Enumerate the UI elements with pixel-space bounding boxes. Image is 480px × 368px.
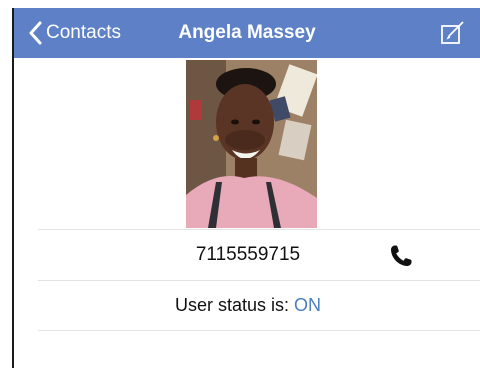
back-button[interactable]: Contacts	[28, 8, 121, 58]
phone-icon	[391, 245, 412, 266]
call-button[interactable]	[388, 243, 414, 269]
contact-photo	[186, 60, 317, 228]
status-value: ON	[294, 294, 322, 315]
edit-contact-button[interactable]	[440, 21, 466, 45]
back-label: Contacts	[46, 22, 121, 43]
divider	[38, 330, 480, 331]
compose-icon	[441, 21, 464, 44]
status-row: User status is: ON	[14, 280, 480, 330]
contact-detail-screen: Contacts Angela Massey 7115559715 User s…	[12, 8, 480, 368]
navigation-bar: Contacts Angela Massey	[14, 8, 480, 58]
status-label: User status is:	[174, 294, 290, 315]
chevron-left-icon	[28, 21, 42, 45]
phone-row: 7115559715	[14, 230, 480, 280]
